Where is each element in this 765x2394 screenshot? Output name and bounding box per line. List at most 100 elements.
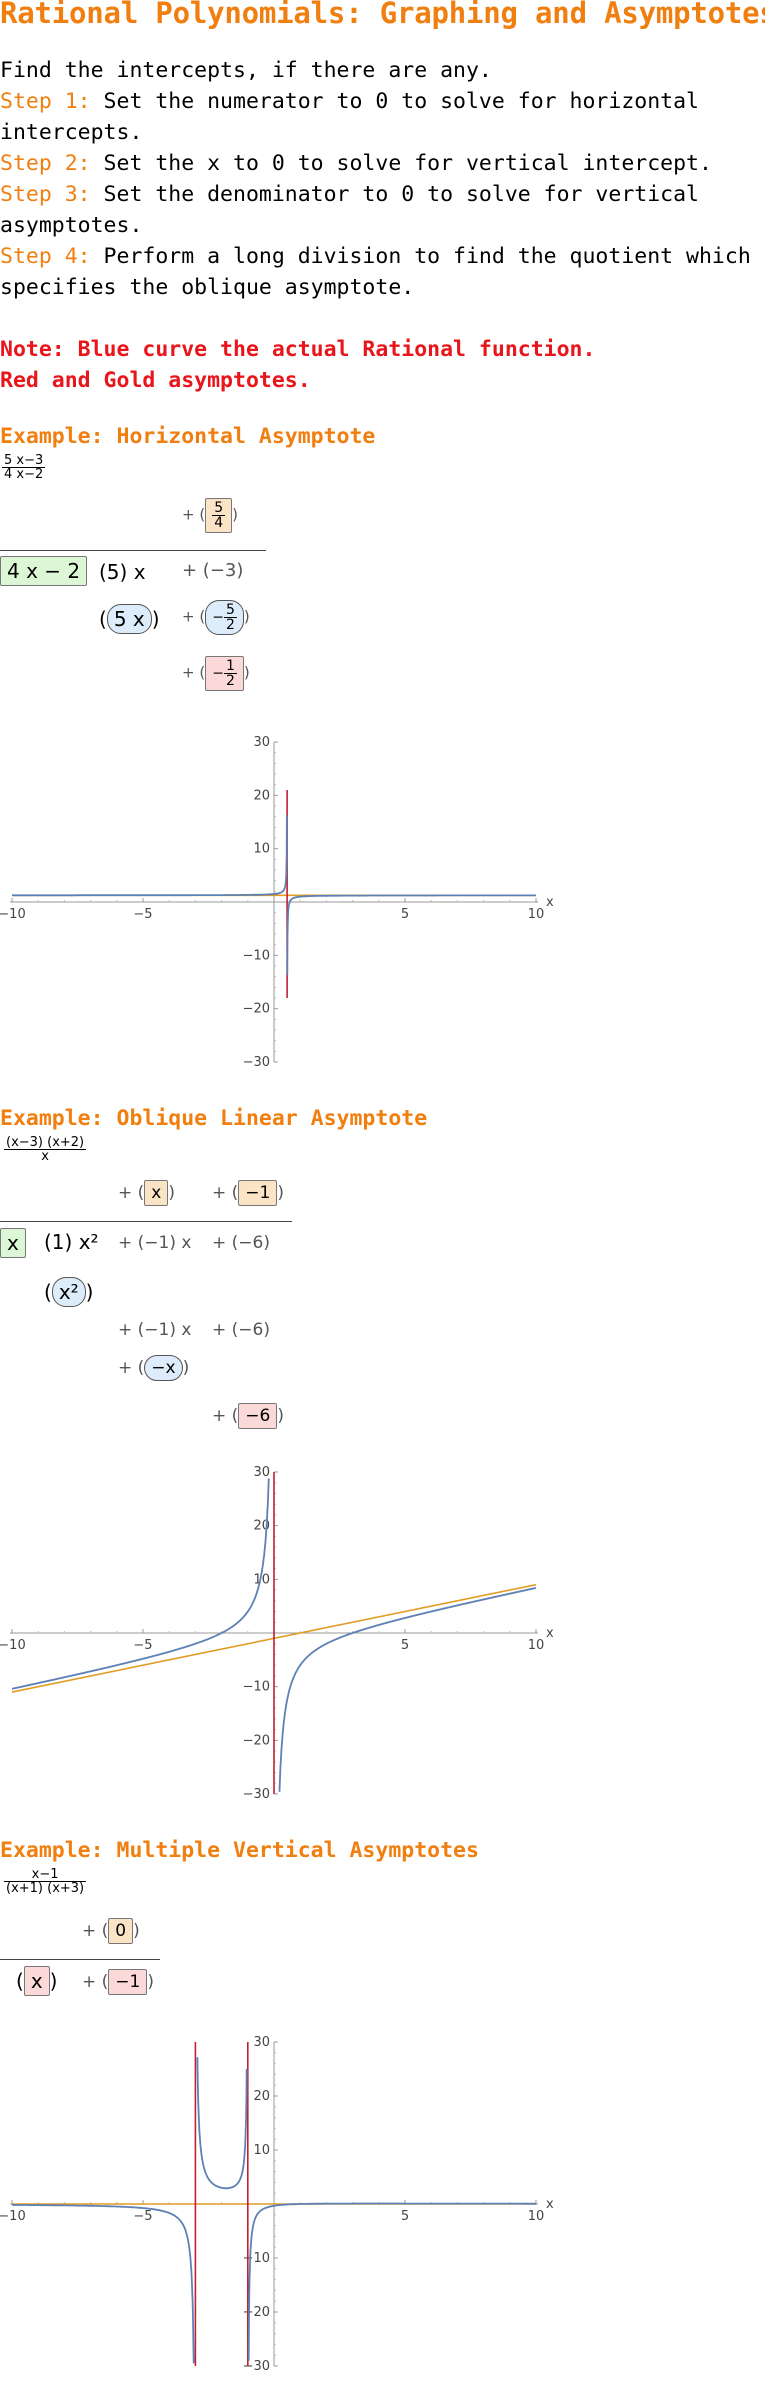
example-3-function: x−1 (x+1) (x+3) — [4, 1867, 87, 1896]
example-2-function: (x−3) (x+2) x — [4, 1135, 87, 1163]
y-tick-label: 20 — [253, 2089, 270, 2104]
y-tick-label: −20 — [243, 1002, 270, 1017]
ex3-den: (x+1) (x+3) — [6, 1881, 85, 1896]
ex2-remainder-box: −6 — [238, 1403, 278, 1429]
x-tick-label: 10 — [528, 1638, 545, 1653]
x-tick-label: 5 — [401, 1638, 409, 1653]
step-3-cont: asymptotes. — [0, 213, 143, 238]
ex1-subtract-const: + (−5 2) — [182, 600, 250, 635]
function-curve — [12, 2204, 195, 2364]
ex3-divisor: (x) — [16, 1966, 57, 1996]
step-2-label: Step 2: — [0, 151, 91, 176]
note-line-1: Note: Blue curve the actual Rational fun… — [0, 337, 596, 362]
page-title: Rational Polynomials: Graphing and Asymp… — [0, 0, 765, 30]
ex1-divisor: 4 x − 2 — [0, 556, 88, 586]
division-bar — [0, 550, 266, 551]
x-tick-label: −10 — [0, 2209, 26, 2224]
y-tick-label: 30 — [253, 1465, 270, 1480]
y-tick-label: −10 — [243, 948, 270, 963]
step-2-text: Set the x to 0 to solve for vertical int… — [90, 151, 712, 176]
ex3-num: x−1 — [31, 1867, 59, 1882]
ex3-quotient-box: 0 — [108, 1918, 134, 1944]
ex2-dividend-3: + (−6) — [212, 1233, 270, 1253]
division-bar — [0, 1959, 160, 1960]
ex2-row3-1: + (−1) x — [118, 1320, 192, 1340]
ex2-divisor: x — [0, 1228, 26, 1258]
chart-2-axes: −10 −5 5 10302010−10−20−30x — [0, 1465, 554, 1802]
ex3-remainder-box: −1 — [108, 1969, 148, 1995]
ex1-remainder: + (−1 2) — [182, 656, 250, 691]
ex3-remainder: + (−1) — [82, 1969, 154, 1995]
step-4: Step 4: Perform a long division to find … — [0, 242, 751, 273]
y-tick-label: 30 — [253, 2035, 270, 2050]
ex1-subtract: (5 x) — [99, 604, 160, 634]
chart-2: −10 −5 5 10302010−10−20−30x — [0, 1465, 554, 1802]
step-1-text: Set the numerator to 0 to solve for hori… — [90, 89, 699, 114]
ex1-divisor-box: 4 x − 2 — [0, 556, 88, 586]
division-bar — [0, 1221, 292, 1222]
ex2-quotient-box-2: −1 — [238, 1180, 278, 1206]
chart-3-axes: −10 −5 5 10 30 20 10 −10 −20 −30 x — [0, 2035, 554, 2374]
ex1-subtract-const-box: −5 2 — [205, 600, 244, 635]
function-curve — [286, 894, 536, 976]
x-tick-label: −5 — [133, 1638, 152, 1653]
x-axis-label: x — [546, 1626, 554, 1641]
step-1-cont: intercepts. — [0, 120, 143, 145]
chart-1-axes: −10 −5 5 10 30 20 10 −10 −20 −30 x — [0, 735, 554, 1070]
ex1-dividend-const: + (−3) — [182, 560, 244, 581]
ex1-quotient-box: 54 — [205, 498, 233, 533]
x-tick-label: 5 — [401, 2209, 409, 2224]
step-4-label: Step 4: — [0, 244, 91, 269]
y-tick-label: −30 — [243, 2359, 270, 2374]
x-tick-label: 10 — [528, 2209, 545, 2224]
ex2-num: (x−3) (x+2) — [6, 1135, 85, 1150]
ex2-remainder: + (−6) — [212, 1403, 284, 1429]
ex2-quotient-box-1: x — [144, 1180, 169, 1206]
step-3-label: Step 3: — [0, 182, 91, 207]
example-1-heading: Example: Horizontal Asymptote — [0, 424, 376, 449]
ex3-divisor-box: x — [23, 1966, 50, 1996]
example-1-function: 5 x−3 4 x−2 — [2, 453, 46, 482]
ex2-subtract-2-box: −x — [144, 1355, 183, 1381]
step-1-label: Step 1: — [0, 89, 91, 114]
ex2-divisor-box: x — [0, 1228, 26, 1258]
x-tick-label: 5 — [401, 907, 409, 922]
ex2-dividend-2: + (−1) x — [118, 1233, 192, 1253]
ex3-quotient: + (0) — [82, 1918, 140, 1944]
y-tick-label: 30 — [253, 735, 270, 750]
example-2-heading: Example: Oblique Linear Asymptote — [0, 1106, 428, 1131]
function-curve — [11, 1478, 270, 1690]
ex1-subtract-box: 5 x — [106, 604, 152, 634]
x-tick-label: −5 — [133, 907, 152, 922]
y-tick-label: −10 — [243, 1680, 270, 1695]
ex1-den: 4 x−2 — [4, 467, 44, 482]
ex2-row3-2: + (−6) — [212, 1320, 270, 1340]
ex1-remainder-box: −1 2 — [205, 656, 244, 691]
ex1-num: 5 x−3 — [4, 453, 44, 468]
ex2-quotient-2: + (−1) — [212, 1180, 284, 1206]
y-tick-label: −30 — [243, 1055, 270, 1070]
ex2-dividend-1: (1) x² — [44, 1230, 99, 1254]
ex2-subtract-1-box: x² — [51, 1277, 86, 1307]
chart-3: −10 −5 5 10 30 20 10 −10 −20 −30 x — [0, 2035, 554, 2374]
x-axis-label: x — [546, 2197, 554, 2212]
x-tick-label: −10 — [0, 907, 26, 922]
ex1-quotient: + (5 4) — [182, 498, 238, 533]
ex2-subtract-2: + (−x) — [118, 1355, 189, 1381]
function-curve — [278, 1587, 537, 1792]
example-3-heading: Example: Multiple Vertical Asymptotes — [0, 1838, 479, 1863]
y-tick-label: −10 — [243, 2251, 270, 2266]
step-3: Step 3: Set the denominator to 0 to solv… — [0, 180, 699, 211]
chart-1: −10 −5 5 10 30 20 10 −10 −20 −30 x — [0, 735, 554, 1070]
y-tick-label: −30 — [243, 1787, 270, 1802]
function-curve — [196, 2057, 248, 2190]
step-3-text: Set the denominator to 0 to solve for ve… — [90, 182, 699, 207]
step-4-cont: specifies the oblique asymptote. — [0, 275, 415, 300]
step-2: Step 2: Set the x to 0 to solve for vert… — [0, 149, 712, 180]
ex2-quotient-1: + (x) — [118, 1180, 175, 1206]
y-tick-label: 10 — [253, 842, 270, 857]
intro-line: Find the intercepts, if there are any. — [0, 58, 492, 83]
function-curve — [247, 2202, 536, 2361]
x-tick-label: 10 — [528, 907, 545, 922]
ex2-subtract-1: (x²) — [44, 1277, 93, 1307]
